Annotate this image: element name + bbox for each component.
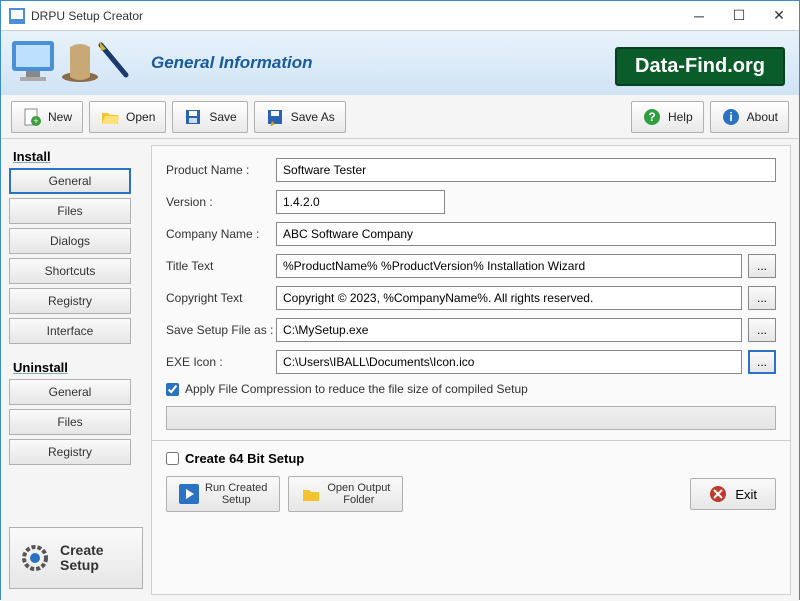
close-button[interactable]: ✕: [759, 1, 799, 31]
brand-badge: Data-Find.org: [615, 47, 785, 86]
exe-icon-browse-button[interactable]: ...: [748, 350, 776, 374]
window-title: DRPU Setup Creator: [31, 9, 679, 23]
new-file-icon: +: [22, 107, 42, 127]
install-group-title: Install: [13, 149, 151, 164]
compress-checkbox[interactable]: [166, 383, 179, 396]
run-label: Run Created Setup: [205, 482, 267, 506]
sidebar-item-registry[interactable]: Registry: [9, 288, 131, 314]
svg-text:+: +: [33, 116, 38, 126]
save-label: Save: [209, 110, 236, 124]
create64-checkbox[interactable]: [166, 452, 179, 465]
open-button[interactable]: Open: [89, 101, 166, 133]
banner-illustration: [1, 31, 141, 95]
open-label: Open: [126, 110, 155, 124]
save-setup-browse-button[interactable]: ...: [748, 318, 776, 342]
copyright-input[interactable]: [276, 286, 742, 310]
close-icon: [709, 485, 727, 503]
product-name-input[interactable]: [276, 158, 776, 182]
sidebar-item-interface[interactable]: Interface: [9, 318, 131, 344]
maximize-button[interactable]: ☐: [719, 1, 759, 31]
main-panel: Product Name : Version : Company Name : …: [151, 145, 791, 595]
title-browse-button[interactable]: ...: [748, 254, 776, 278]
minimize-button[interactable]: ─: [679, 1, 719, 31]
sidebar-item-general[interactable]: General: [9, 168, 131, 194]
sidebar-item-shortcuts[interactable]: Shortcuts: [9, 258, 131, 284]
page-title: General Information: [151, 53, 313, 73]
version-input[interactable]: [276, 190, 445, 214]
saveas-button[interactable]: Save As: [254, 101, 346, 133]
save-setup-input[interactable]: [276, 318, 742, 342]
new-label: New: [48, 110, 72, 124]
create-setup-label: Create Setup: [60, 543, 104, 574]
sidebar-item-dialogs[interactable]: Dialogs: [9, 228, 131, 254]
svg-text:?: ?: [648, 110, 655, 124]
folder-icon: [301, 484, 321, 504]
help-icon: ?: [642, 107, 662, 127]
exit-button[interactable]: Exit: [690, 478, 776, 510]
open-output-label: Open Output Folder: [327, 482, 390, 506]
copyright-browse-button[interactable]: ...: [748, 286, 776, 310]
folder-open-icon: [100, 107, 120, 127]
svg-text:i: i: [729, 110, 732, 124]
create64-label: Create 64 Bit Setup: [185, 451, 304, 466]
about-button[interactable]: i About: [710, 101, 789, 133]
gear-icon: [20, 543, 50, 573]
about-label: About: [747, 110, 778, 124]
save-icon: [183, 107, 203, 127]
save-setup-label: Save Setup File as :: [166, 323, 276, 337]
exe-icon-input[interactable]: [276, 350, 742, 374]
sidebar-item-u-general[interactable]: General: [9, 379, 131, 405]
new-button[interactable]: + New: [11, 101, 83, 133]
saveas-icon: [265, 107, 285, 127]
sidebar: Install General Files Dialogs Shortcuts …: [1, 139, 151, 601]
save-button[interactable]: Save: [172, 101, 247, 133]
uninstall-group-title: Uninstall: [13, 360, 151, 375]
help-label: Help: [668, 110, 693, 124]
app-icon: [9, 8, 25, 24]
sidebar-item-files[interactable]: Files: [9, 198, 131, 224]
title-text-label: Title Text: [166, 259, 276, 273]
title-text-input[interactable]: [276, 254, 742, 278]
copyright-label: Copyright Text: [166, 291, 276, 305]
run-created-setup-button[interactable]: Run Created Setup: [166, 476, 280, 512]
compress-label: Apply File Compression to reduce the fil…: [185, 382, 528, 396]
titlebar: DRPU Setup Creator ─ ☐ ✕: [1, 1, 799, 31]
content: Install General Files Dialogs Shortcuts …: [1, 139, 799, 601]
toolbar: + New Open Save Save As ? Help i About: [1, 95, 799, 139]
progress-bar: [166, 406, 776, 430]
create-setup-button[interactable]: Create Setup: [9, 527, 143, 589]
divider: [152, 440, 790, 441]
saveas-label: Save As: [291, 110, 335, 124]
sidebar-item-u-registry[interactable]: Registry: [9, 439, 131, 465]
play-icon: [179, 484, 199, 504]
company-label: Company Name :: [166, 227, 276, 241]
company-input[interactable]: [276, 222, 776, 246]
info-icon: i: [721, 107, 741, 127]
open-output-folder-button[interactable]: Open Output Folder: [288, 476, 403, 512]
help-button[interactable]: ? Help: [631, 101, 704, 133]
version-label: Version :: [166, 195, 276, 209]
exe-icon-label: EXE Icon :: [166, 355, 276, 369]
sidebar-item-u-files[interactable]: Files: [9, 409, 131, 435]
banner: General Information Data-Find.org: [1, 31, 799, 95]
exit-label: Exit: [735, 487, 757, 502]
product-name-label: Product Name :: [166, 163, 276, 177]
